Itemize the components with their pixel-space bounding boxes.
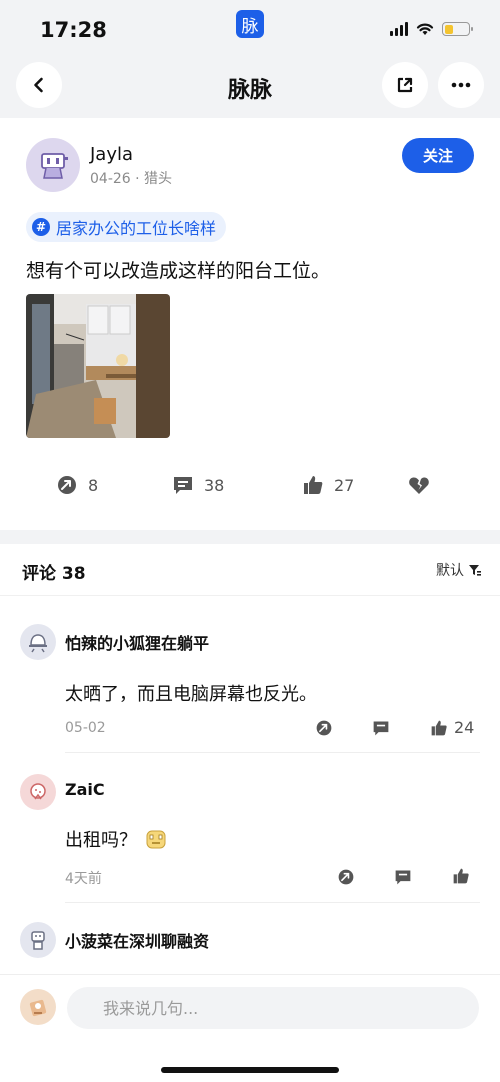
comment-text: 出租吗？ [65, 830, 137, 851]
comment-icon [373, 721, 389, 736]
cellular-signal-icon [390, 22, 408, 36]
comment-forward-button[interactable] [315, 719, 333, 737]
app-badge-icon: 脉 [236, 10, 264, 38]
author-meta: 04-26 · 猎头 [90, 171, 173, 187]
author-avatar[interactable] [26, 138, 80, 192]
comment-action[interactable]: 38 [172, 474, 224, 496]
comment-forward-button[interactable] [337, 868, 355, 886]
wifi-icon [416, 23, 434, 35]
comment-like-button[interactable] [452, 867, 470, 885]
like-count: 27 [334, 475, 355, 495]
balcony-photo [26, 294, 170, 438]
comment-text-row: 出租吗？ [65, 826, 167, 852]
sort-button[interactable]: 默认 [436, 560, 482, 580]
more-icon [451, 82, 471, 88]
comment-reply-button[interactable] [394, 868, 412, 886]
status-bar: 17:28 脉 [0, 0, 500, 60]
topic-label: 居家办公的工位长啥样 [56, 219, 217, 238]
dislike-action[interactable] [408, 474, 430, 496]
post-card: Jayla 04-26 · 猎头 关注 # 居家办公的工位长啥样 想有个可以改造… [0, 118, 500, 530]
broken-heart-icon [409, 477, 429, 494]
status-time: 17:28 [40, 18, 107, 42]
forward-icon [58, 476, 76, 494]
divider [65, 752, 480, 753]
comment-icon [174, 477, 192, 494]
follow-button[interactable]: 关注 [402, 138, 474, 173]
comments-section: 评论 38 默认 怕辣的小狐狸在躺平 太晒了，而且电脑屏幕也反光。 05-02 [0, 544, 500, 974]
comment-input-bar [0, 974, 500, 1082]
status-indicators [390, 22, 473, 36]
commenter-name[interactable]: 小菠菜在深圳聊融资 [65, 928, 209, 952]
emoji-icon [146, 830, 166, 849]
filter-icon [469, 565, 481, 576]
robot-avatar-icon [31, 931, 45, 950]
thumbs-up-icon [431, 720, 447, 735]
hashtag-icon: # [32, 218, 50, 236]
commenter-avatar[interactable] [20, 624, 56, 660]
home-indicator [161, 1067, 339, 1073]
commenter-name[interactable]: ZaiC [65, 780, 105, 799]
share-button[interactable] [382, 62, 428, 108]
bell-avatar-icon [29, 634, 47, 653]
sort-label: 默认 [436, 563, 464, 579]
comment-date: 05-02 [65, 720, 106, 736]
divider [65, 902, 480, 903]
topic-tag[interactable]: # 居家办公的工位长啥样 [26, 212, 227, 242]
author-name[interactable]: Jayla [90, 144, 133, 165]
my-avatar[interactable] [20, 989, 56, 1025]
like-action[interactable]: 27 [302, 474, 354, 496]
comment-count: 38 [204, 475, 225, 495]
comments-header: 评论 38 默认 [0, 544, 500, 596]
commenter-avatar[interactable] [20, 922, 56, 958]
strawberry-avatar-icon [30, 783, 46, 800]
comment-icon [395, 870, 411, 885]
more-button[interactable] [438, 62, 484, 108]
comments-count: 评论 38 [22, 564, 86, 584]
battery-icon [442, 22, 473, 36]
share-icon [397, 77, 413, 93]
comment-reply-button[interactable] [372, 719, 390, 737]
commenter-avatar[interactable] [20, 774, 56, 810]
forward-icon [338, 869, 354, 885]
post-actions: 8 38 27 [0, 474, 500, 500]
thumbs-up-icon [453, 868, 469, 884]
comment-date: 4天前 [65, 871, 102, 887]
forward-action[interactable]: 8 [56, 474, 98, 496]
commenter-name[interactable]: 怕辣的小狐狸在躺平 [65, 630, 209, 654]
nav-bar: 脉脉 [0, 60, 500, 118]
comment-input[interactable] [67, 987, 479, 1029]
robot-avatar-icon [41, 153, 68, 179]
forward-icon [316, 720, 332, 736]
comment-like-button[interactable]: 24 [430, 718, 474, 737]
comment-text: 太晒了，而且电脑屏幕也反光。 [65, 684, 317, 705]
post-text: 想有个可以改造成这样的阳台工位。 [26, 260, 331, 282]
thumbs-up-icon [304, 476, 323, 494]
post-image[interactable] [26, 294, 170, 438]
forward-count: 8 [88, 475, 99, 495]
comment-like-count: 24 [454, 718, 475, 737]
user-avatar-icon [29, 999, 47, 1017]
